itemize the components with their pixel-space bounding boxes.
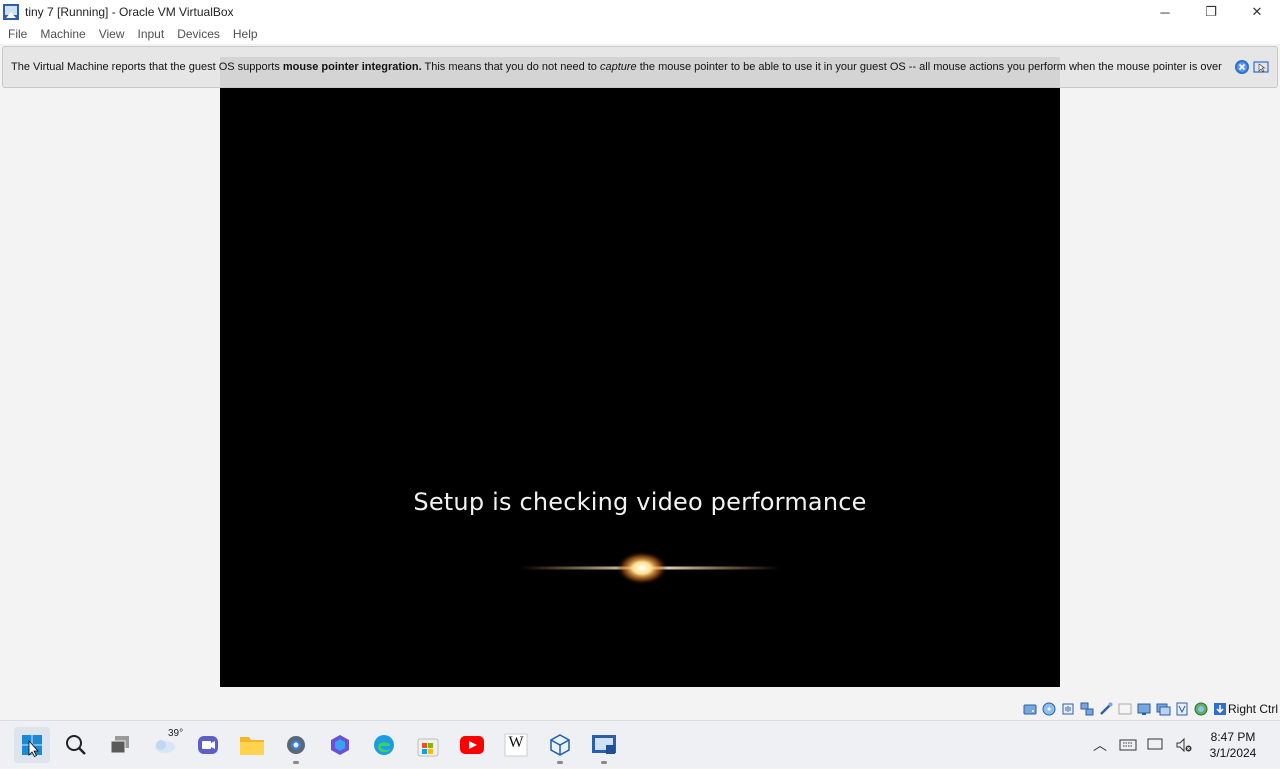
window-title: tiny 7 [Running] - Oracle VM VirtualBox: [25, 5, 234, 19]
store-icon[interactable]: [410, 727, 446, 763]
virtualbox-vm-icon: [2, 3, 20, 21]
hard-disk-icon[interactable]: [1022, 701, 1038, 717]
mouse-integration-banner: The Virtual Machine reports that the gue…: [2, 46, 1278, 88]
edge-icon[interactable]: [366, 727, 402, 763]
close-banner-icon[interactable]: [1234, 59, 1250, 75]
audio-icon[interactable]: [1060, 701, 1076, 717]
keyboard-capture-icon[interactable]: [1212, 701, 1228, 717]
menu-view[interactable]: View: [94, 24, 130, 44]
host-key-label: Right Ctrl: [1227, 702, 1278, 716]
youtube-icon[interactable]: [454, 727, 490, 763]
shared-folders-icon[interactable]: [1117, 701, 1133, 717]
vm-status-bar: Right Ctrl: [0, 698, 1280, 720]
running-indicator: [293, 761, 299, 764]
clock[interactable]: 8:47 PM 3/1/2024: [1198, 729, 1268, 761]
clock-time: 8:47 PM: [1210, 730, 1256, 744]
banner-message: The Virtual Machine reports that the gue…: [11, 61, 1222, 73]
boot-glow-animation: [520, 551, 780, 585]
clock-date: 3/1/2024: [1209, 746, 1257, 760]
menu-input[interactable]: Input: [133, 24, 170, 44]
minimize-button[interactable]: ─: [1142, 0, 1188, 24]
volume-muted-icon[interactable]: [1170, 731, 1198, 759]
cpu-icon[interactable]: [1174, 701, 1190, 717]
mouse-integration-icon[interactable]: [1253, 59, 1269, 75]
system-tray: ︿ 8:47 PM 3/1/2024: [1086, 721, 1280, 769]
menu-devices[interactable]: Devices: [172, 24, 225, 44]
recording-icon[interactable]: [1155, 701, 1171, 717]
wikipedia-letter: W: [508, 734, 524, 751]
network-icon[interactable]: [1079, 701, 1095, 717]
weather-icon[interactable]: 39°: [146, 727, 184, 763]
wikipedia-icon[interactable]: W: [498, 727, 534, 763]
menu-machine[interactable]: Machine: [35, 24, 90, 44]
weather-temperature: 39°: [168, 728, 184, 739]
menu-help[interactable]: Help: [228, 24, 263, 44]
search-icon[interactable]: [58, 727, 94, 763]
running-indicator: [601, 761, 607, 764]
maximize-button[interactable]: ❐: [1188, 0, 1234, 24]
meet-icon[interactable]: [190, 727, 226, 763]
copilot-icon[interactable]: [322, 727, 358, 763]
task-view-icon[interactable]: [102, 727, 138, 763]
menu-file[interactable]: File: [3, 24, 32, 44]
start-button[interactable]: [14, 727, 50, 763]
virtualbox-icon[interactable]: [542, 727, 578, 764]
file-explorer-icon[interactable]: [234, 727, 270, 763]
optical-drive-icon[interactable]: [1041, 701, 1057, 717]
virtualbox-vm-taskbar-icon[interactable]: [586, 727, 622, 764]
network-status-icon[interactable]: [1142, 731, 1170, 759]
mouse-integration-status-icon[interactable]: [1193, 701, 1209, 717]
menu-bar: File Machine View Input Devices Help: [0, 24, 1280, 44]
vm-display-area: Setup is checking video performance: [0, 44, 1280, 698]
settings-icon[interactable]: [278, 727, 314, 764]
close-button[interactable]: ✕: [1234, 0, 1280, 24]
taskbar: 39° W ︿ 8:47 PM 3/1/2024: [0, 720, 1280, 768]
setup-status-text: Setup is checking video performance: [413, 488, 867, 516]
display-icon[interactable]: [1136, 701, 1152, 717]
show-hidden-icons-chevron[interactable]: ︿: [1086, 731, 1114, 759]
usb-icon[interactable]: [1098, 701, 1114, 717]
title-bar: tiny 7 [Running] - Oracle VM VirtualBox …: [0, 0, 1280, 24]
running-indicator: [557, 761, 563, 764]
windows-logo-icon: [22, 735, 42, 757]
guest-screen[interactable]: Setup is checking video performance: [220, 57, 1060, 687]
keyboard-icon[interactable]: [1114, 731, 1142, 759]
